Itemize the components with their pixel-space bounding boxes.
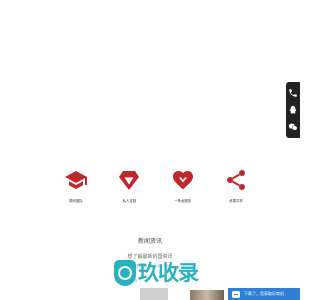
floating-contact-bar [286,82,300,138]
watermark-text: 玖收录 [138,261,199,285]
graduation-cap-icon [65,171,87,189]
feature-one-stop-service[interactable]: 一条龙服务 [159,168,207,204]
chat-icon [232,290,240,298]
feature-label: 私人定制 [122,199,137,203]
wechat-button[interactable] [287,120,299,134]
news-section-title: 新闻资讯 [137,238,162,245]
feature-label: 顾问团队 [69,199,83,203]
phone-button[interactable] [287,86,299,100]
qq-button[interactable] [287,103,299,117]
feature-resource-sharing[interactable]: 资源共享 [212,168,260,204]
heart-icon [172,171,193,190]
chat-button[interactable]: 下载了，您获取好商机 [228,288,300,300]
share-icon [226,170,245,190]
qq-icon [289,105,297,114]
features-row: 顾问团队 私人定制 一条龙服务 资源共享 [52,168,260,204]
feature-consultant-team[interactable]: 顾问团队 [52,168,100,204]
feature-label: 一条龙服务 [174,199,192,203]
wechat-icon [288,123,297,131]
watermark-logo: 玖收录 [114,258,214,288]
diamond-icon [119,171,140,190]
phone-icon [289,88,297,97]
news-thumbnail[interactable] [140,288,168,300]
feature-label: 资源共享 [229,199,243,203]
chat-label: 下载了，您获取好商机 [244,291,284,296]
news-thumbnail[interactable] [190,290,224,300]
watermark-shield-icon [114,260,136,286]
feature-private-custom[interactable]: 私人定制 [105,168,153,204]
